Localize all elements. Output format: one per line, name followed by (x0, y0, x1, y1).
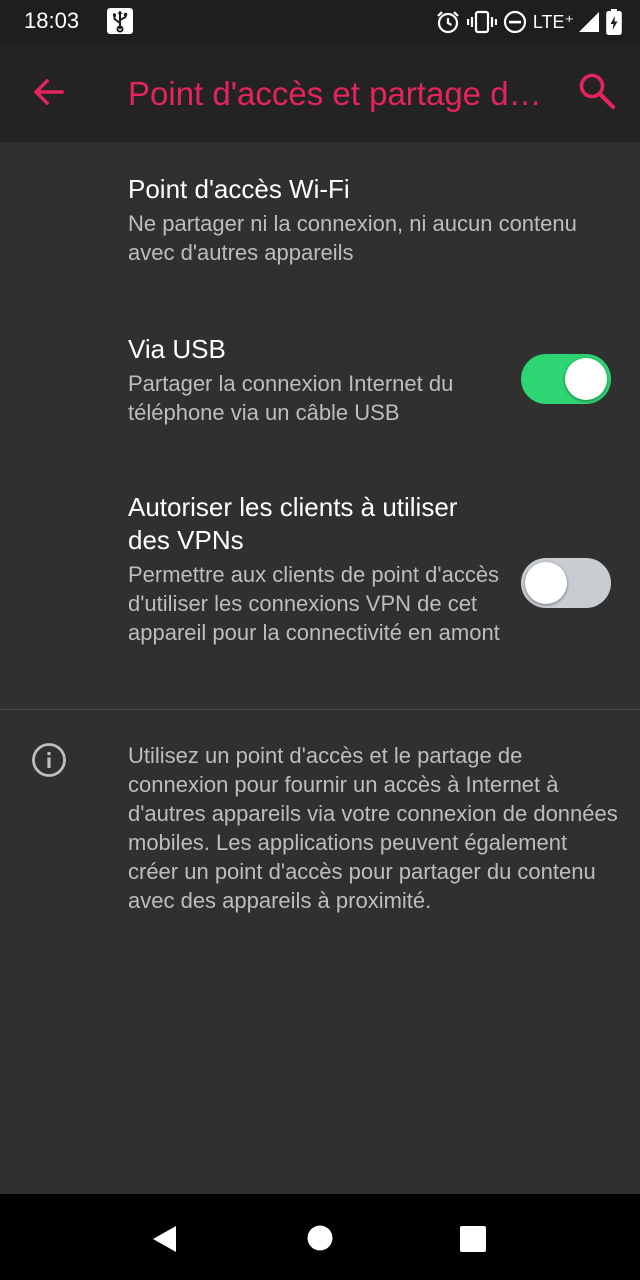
switch-thumb (525, 562, 567, 604)
allow-vpn-switch[interactable] (521, 558, 611, 608)
do-not-disturb-icon (503, 10, 526, 34)
nav-recents-icon[interactable] (458, 1224, 488, 1254)
usb-icon (107, 8, 133, 34)
search-icon[interactable] (576, 70, 618, 112)
pref-wifi-hotspot[interactable]: Point d'accès Wi-Fi Ne partager ni la co… (128, 173, 608, 267)
pref-title: Via USB (128, 334, 226, 364)
pref-usb-tethering[interactable]: Via USB Partager la connexion Internet d… (128, 333, 478, 427)
nav-back-icon[interactable] (148, 1222, 182, 1256)
status-icons: LTE⁺ (435, 6, 622, 38)
alarm-icon (437, 11, 459, 34)
pref-summary: Partager la connexion Internet du téléph… (128, 371, 454, 425)
pref-title: Point d'accès Wi-Fi (128, 174, 350, 204)
info-icon (32, 743, 66, 777)
divider (0, 709, 640, 710)
signal-icon (579, 12, 599, 32)
vibrate-icon (466, 10, 497, 34)
status-time: 18:03 (24, 8, 80, 33)
nav-home-icon[interactable] (306, 1224, 334, 1252)
switch-thumb (565, 358, 607, 400)
footer-info-text: Utilisez un point d'accès et le partage … (128, 743, 618, 913)
battery-charging-icon (606, 9, 622, 35)
network-type-label: LTE⁺ (532, 11, 574, 32)
pref-summary: Permettre aux clients de point d'accès d… (128, 562, 500, 645)
status-bar: 18:03 LTE⁺ (0, 0, 640, 44)
page-title: Point d'accès et partage de connexion (128, 75, 548, 112)
pref-summary: Ne partager ni la connexion, ni aucun co… (128, 211, 577, 265)
app-bar: Point d'accès et partage de connexion (0, 44, 640, 142)
pref-title: Autoriser les clients à utiliser des VPN… (128, 492, 458, 555)
pref-allow-vpn-clients[interactable]: Autoriser les clients à utiliser des VPN… (128, 491, 500, 647)
navigation-bar (0, 1194, 640, 1280)
usb-tethering-switch[interactable] (521, 354, 611, 404)
arrow-back-icon[interactable] (26, 68, 74, 116)
